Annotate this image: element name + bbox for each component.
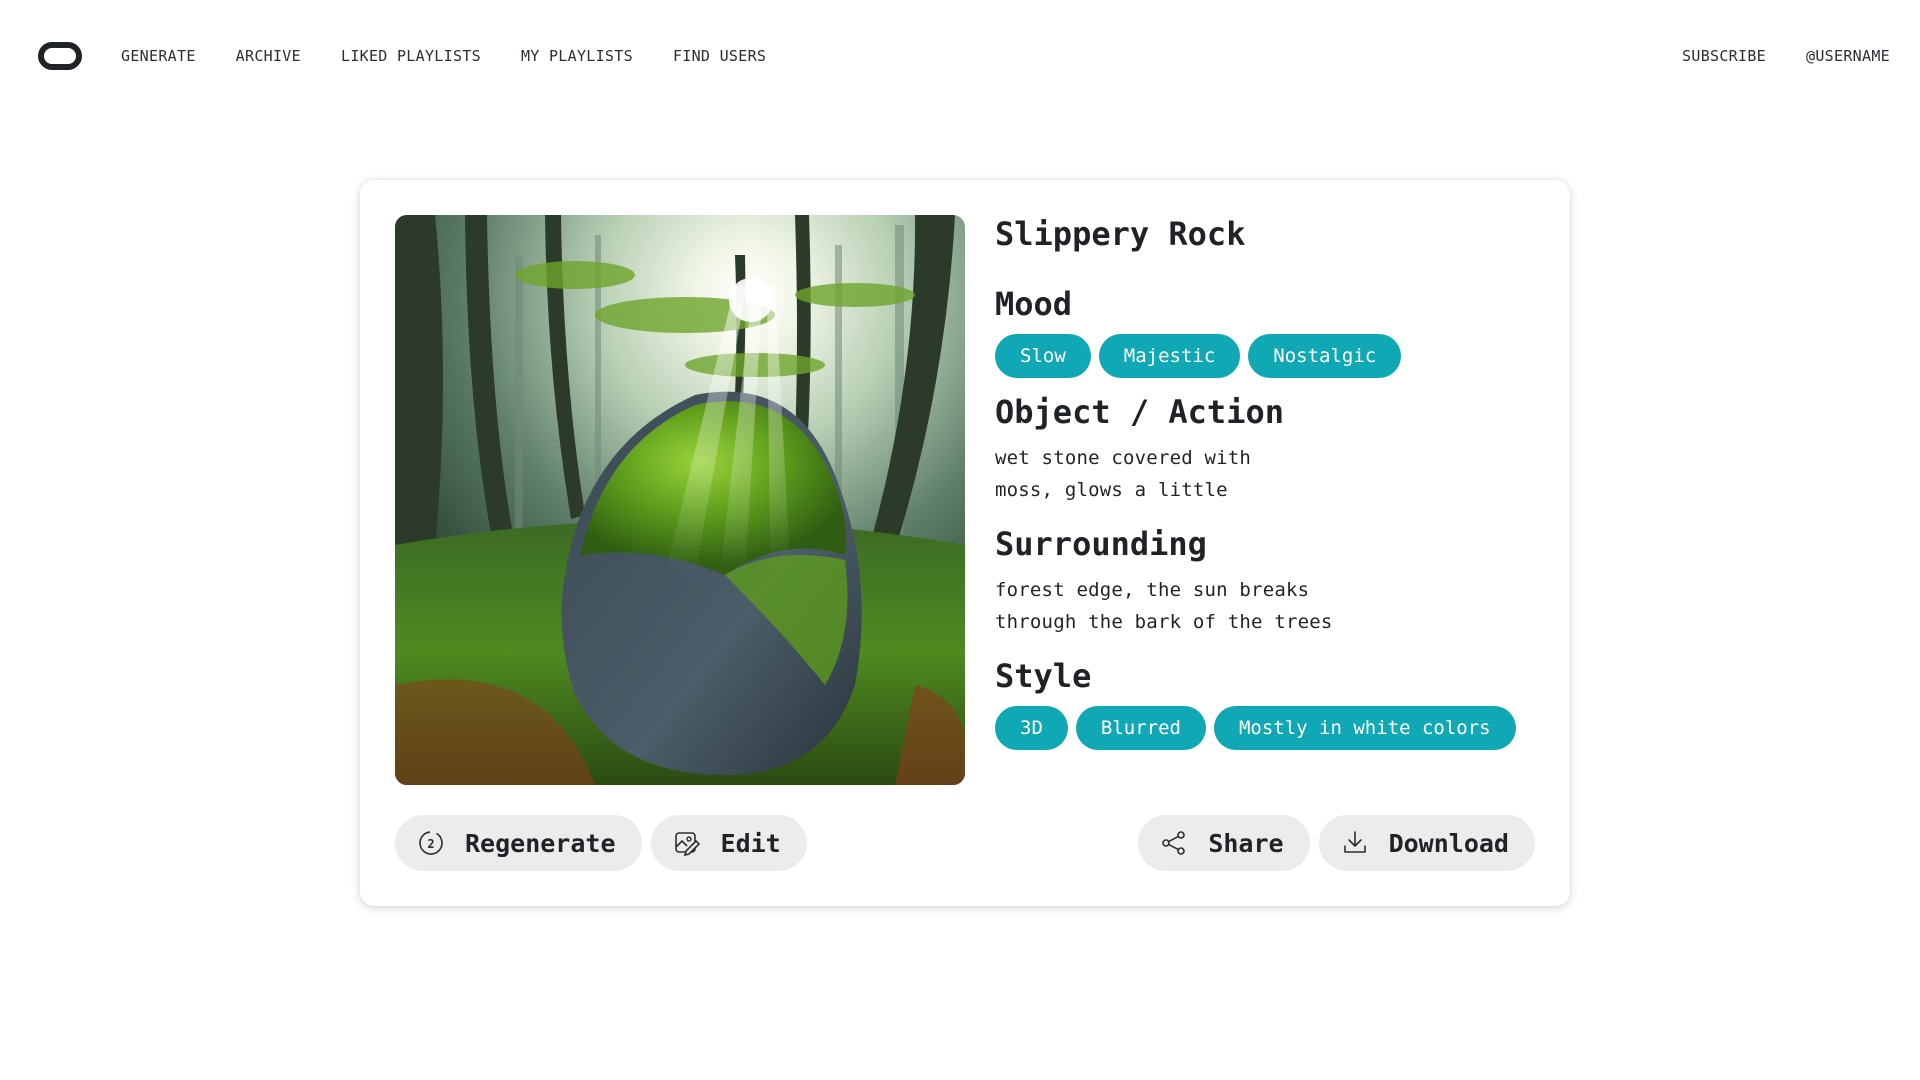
nav-archive-link[interactable]: ARCHIVE <box>236 47 301 65</box>
nav-links: GENERATE ARCHIVE LIKED PLAYLISTS MY PLAY… <box>121 47 766 65</box>
generated-artwork-image[interactable] <box>395 215 965 785</box>
nav-liked-playlists-link[interactable]: LIKED PLAYLISTS <box>341 47 481 65</box>
playlist-title: Slippery Rock <box>995 215 1246 253</box>
download-label: Download <box>1388 828 1509 858</box>
object-action-text: wet stone covered with moss, glows a lit… <box>995 442 1395 506</box>
chain-link-logo-icon[interactable] <box>38 39 82 73</box>
primary-actions: 2 Regenerate Edit <box>395 815 807 871</box>
surrounding-text: forest edge, the sun breaks through the … <box>995 574 1415 638</box>
mood-tag[interactable]: Majestic <box>1098 334 1241 378</box>
generation-card: Slippery Rock Mood Slow Majestic Nostalg… <box>360 180 1570 906</box>
share-icon <box>1162 831 1186 855</box>
nav-generate-link[interactable]: GENERATE <box>121 47 196 65</box>
mood-tag[interactable]: Nostalgic <box>1248 334 1402 378</box>
style-tag[interactable]: Blurred <box>1075 706 1206 750</box>
edit-button[interactable]: Edit <box>650 815 807 871</box>
nav-my-playlists-link[interactable]: MY PLAYLISTS <box>521 47 633 65</box>
nav-subscribe-link[interactable]: SUBSCRIBE <box>1682 47 1766 65</box>
style-tag[interactable]: 3D <box>995 706 1068 750</box>
mood-tag[interactable]: Slow <box>995 334 1091 378</box>
regenerate-button[interactable]: 2 Regenerate <box>395 815 642 871</box>
style-tag[interactable]: Mostly in white colors <box>1213 706 1516 750</box>
nav-account-links: SUBSCRIBE @USERNAME <box>1682 47 1890 65</box>
regenerate-counter-icon: 2 <box>419 831 443 855</box>
nav-find-users-link[interactable]: FIND USERS <box>673 47 766 65</box>
surrounding-line: forest edge, the sun breaks <box>995 579 1310 601</box>
surrounding-line: through the bark of the trees <box>995 611 1333 633</box>
object-action-line: wet stone covered with <box>995 447 1252 469</box>
generation-details: Slippery Rock Mood Slow Majestic Nostalg… <box>995 214 1535 750</box>
style-tags: 3D Blurred Mostly in white colors <box>995 706 1535 750</box>
edit-label: Edit <box>720 828 781 858</box>
share-label: Share <box>1208 828 1284 858</box>
edit-image-icon <box>674 832 700 857</box>
object-action-heading: Object / Action <box>995 393 1284 431</box>
object-action-line: moss, glows a little <box>995 479 1228 501</box>
regenerate-label: Regenerate <box>465 828 616 858</box>
top-navigation: GENERATE ARCHIVE LIKED PLAYLISTS MY PLAY… <box>0 0 1920 112</box>
style-heading: Style <box>995 657 1092 695</box>
mood-heading: Mood <box>995 285 1073 323</box>
download-button[interactable]: Download <box>1318 815 1535 871</box>
nav-username-link[interactable]: @USERNAME <box>1806 47 1890 65</box>
regenerate-count: 2 <box>427 837 434 851</box>
download-icon <box>1343 831 1366 853</box>
mood-tags: Slow Majestic Nostalgic <box>995 334 1535 378</box>
secondary-actions: Share Download <box>1138 815 1535 871</box>
share-button[interactable]: Share <box>1138 815 1310 871</box>
surrounding-heading: Surrounding <box>995 525 1207 563</box>
